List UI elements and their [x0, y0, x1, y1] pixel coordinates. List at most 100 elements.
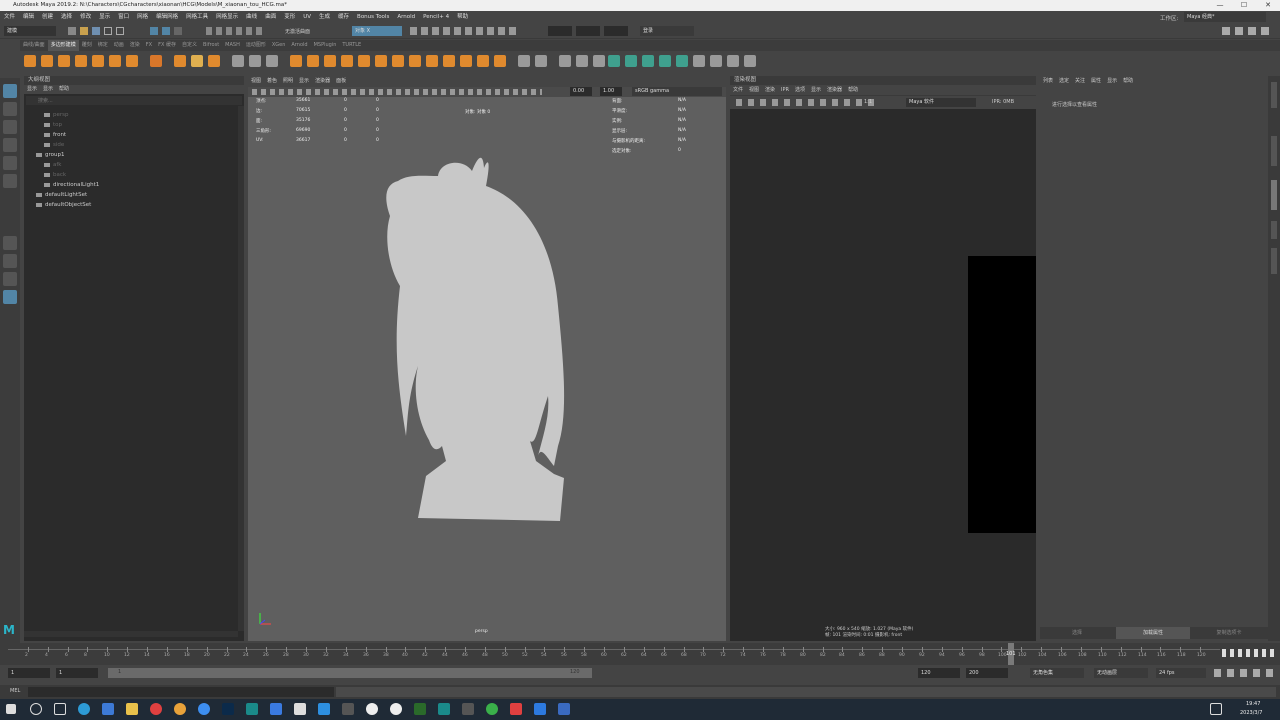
anim-layer-select[interactable]: 无动画层	[1094, 668, 1148, 678]
workspace-select[interactable]: Maya 经典*	[1184, 12, 1266, 22]
shelf-tab-fx[interactable]: FX	[143, 40, 155, 51]
xgen-tab[interactable]	[1271, 221, 1277, 239]
checker-icon[interactable]	[693, 55, 705, 67]
poly-cube-icon[interactable]	[41, 55, 53, 67]
z-field[interactable]	[604, 26, 628, 36]
playback-start-field[interactable]: 1	[56, 668, 98, 678]
menu-edit-mesh[interactable]: 编辑网格	[152, 11, 182, 23]
wps-icon[interactable]	[510, 703, 522, 715]
select-tool-icon[interactable]	[3, 84, 17, 98]
ae-menu-list[interactable]: 列表	[1040, 76, 1056, 87]
collapse-icon[interactable]	[409, 55, 421, 67]
wechat-icon[interactable]	[486, 703, 498, 715]
auto-key-icons[interactable]	[1214, 669, 1274, 677]
menu-edit[interactable]: 编辑	[19, 11, 38, 23]
windows-start-icon[interactable]	[6, 704, 16, 714]
vp-menu-renderer[interactable]: 渲染器	[312, 76, 333, 87]
shelf-tab-msplugin[interactable]: MSPlugin	[311, 40, 340, 51]
offset-loop-icon[interactable]	[477, 55, 489, 67]
app-icon-7[interactable]	[414, 703, 426, 715]
menu-mesh[interactable]: 网格	[133, 11, 152, 23]
outliner-hscrollbar[interactable]	[24, 631, 238, 637]
outliner-menu-show[interactable]: 显示	[40, 85, 56, 94]
four-view-icon[interactable]	[3, 254, 17, 268]
outliner-item[interactable]: top	[44, 120, 62, 130]
freeze-icon[interactable]	[744, 55, 756, 67]
store-icon[interactable]	[102, 703, 114, 715]
ae-menu-show[interactable]: 显示	[1104, 76, 1120, 87]
fps-select[interactable]: 24 fps	[1156, 668, 1206, 678]
rv-menu-help[interactable]: 帮助	[845, 85, 861, 95]
platonic-icon[interactable]	[150, 55, 162, 67]
animation-end-field[interactable]: 200	[966, 668, 1008, 678]
explorer-icon[interactable]	[126, 703, 138, 715]
menu-uv[interactable]: UV	[299, 11, 315, 23]
uv-layout-icon[interactable]	[676, 55, 688, 67]
range-bar[interactable]: 1 120	[108, 668, 592, 678]
menu-file[interactable]: 文件	[0, 11, 19, 23]
task-view-icon[interactable]	[54, 703, 66, 715]
rv-menu-view[interactable]: 视图	[746, 85, 762, 95]
rendered-image[interactable]	[968, 256, 1036, 533]
vp-menu-lighting[interactable]: 照明	[280, 76, 296, 87]
shelf-tab-turtle[interactable]: TURTLE	[339, 40, 364, 51]
menu-create[interactable]: 创建	[38, 11, 57, 23]
shelf-tab-sculpting[interactable]: 雕刻	[79, 40, 95, 51]
ae-menu-attributes[interactable]: 属性	[1088, 76, 1104, 87]
poke-icon[interactable]	[535, 55, 547, 67]
menu-deform[interactable]: 变形	[280, 11, 299, 23]
rv-menu-renderer[interactable]: 渲染器	[824, 85, 845, 95]
single-view-icon[interactable]	[3, 236, 17, 250]
time-slider[interactable]: 2 4 6 8 10 12 14 16 18 20 22 24 26 28 30 32 34 36 38 40 42 44…	[0, 643, 1280, 665]
app-icon-8[interactable]	[462, 703, 474, 715]
outliner-item[interactable]: group1	[36, 150, 64, 160]
app-icon-4[interactable]	[342, 703, 354, 715]
character-set-select[interactable]: 无角色集	[1030, 668, 1084, 678]
vp-menu-panels[interactable]: 面板	[333, 76, 349, 87]
poly-disc-icon[interactable]	[126, 55, 138, 67]
bridge-icon[interactable]	[324, 55, 336, 67]
color-space-select[interactable]: sRGB gamma	[632, 87, 722, 96]
vp-menu-view[interactable]: 视图	[248, 76, 264, 87]
target-weld-icon[interactable]	[426, 55, 438, 67]
poly-torus-icon[interactable]	[92, 55, 104, 67]
shelf-tab-fx-caching[interactable]: FX 缓存	[155, 40, 179, 51]
rotate-tool-icon[interactable]	[3, 156, 17, 170]
close-button[interactable]: ✕	[1256, 0, 1280, 11]
menuset-select[interactable]: 建模	[4, 26, 56, 36]
select-object-icon[interactable]	[162, 27, 170, 35]
search-icon[interactable]	[30, 703, 42, 715]
lasso-tool-icon[interactable]	[3, 102, 17, 116]
menu-bonus-tools[interactable]: Bonus Tools	[353, 11, 393, 23]
menu-surfaces[interactable]: 曲面	[261, 11, 280, 23]
outliner-item[interactable]: persp	[44, 110, 69, 120]
merge-icon[interactable]	[392, 55, 404, 67]
channel-box-icon[interactable]	[1261, 27, 1269, 35]
outliner-scrollbar[interactable]	[238, 106, 244, 631]
outliner-menu-help[interactable]: 帮助	[56, 85, 72, 94]
shelf-tab-poly-modeling[interactable]: 多边形建模	[47, 40, 79, 51]
y-field[interactable]	[576, 26, 600, 36]
menu-mesh-display[interactable]: 网格显示	[212, 11, 242, 23]
uv-auto-icon[interactable]	[625, 55, 637, 67]
recorder-icon[interactable]	[150, 703, 162, 715]
hotbox-tab[interactable]	[1271, 248, 1277, 274]
login-button[interactable]: 登录	[640, 26, 694, 36]
new-scene-icon[interactable]	[68, 27, 76, 35]
open-scene-icon[interactable]	[80, 27, 88, 35]
app-icon-2[interactable]	[294, 703, 306, 715]
redo-icon[interactable]	[116, 27, 124, 35]
outliner-menu-display[interactable]: 显示	[24, 85, 40, 94]
shelf-tab-motion-graphics[interactable]: 运动图形	[243, 40, 269, 51]
rv-menu-render[interactable]: 渲染	[762, 85, 778, 95]
ae-menu-help[interactable]: 帮助	[1120, 76, 1136, 87]
menu-pencil[interactable]: Pencil+ 4	[419, 11, 453, 23]
maya-icon[interactable]	[246, 703, 258, 715]
side-by-side-icon[interactable]	[3, 272, 17, 286]
super-shape-icon[interactable]	[174, 55, 186, 67]
undo-icon[interactable]	[104, 27, 112, 35]
rv-menu-ipr[interactable]: IPR	[778, 85, 792, 95]
menu-display[interactable]: 显示	[95, 11, 114, 23]
poly-sphere-icon[interactable]	[24, 55, 36, 67]
menu-cache[interactable]: 缓存	[334, 11, 353, 23]
